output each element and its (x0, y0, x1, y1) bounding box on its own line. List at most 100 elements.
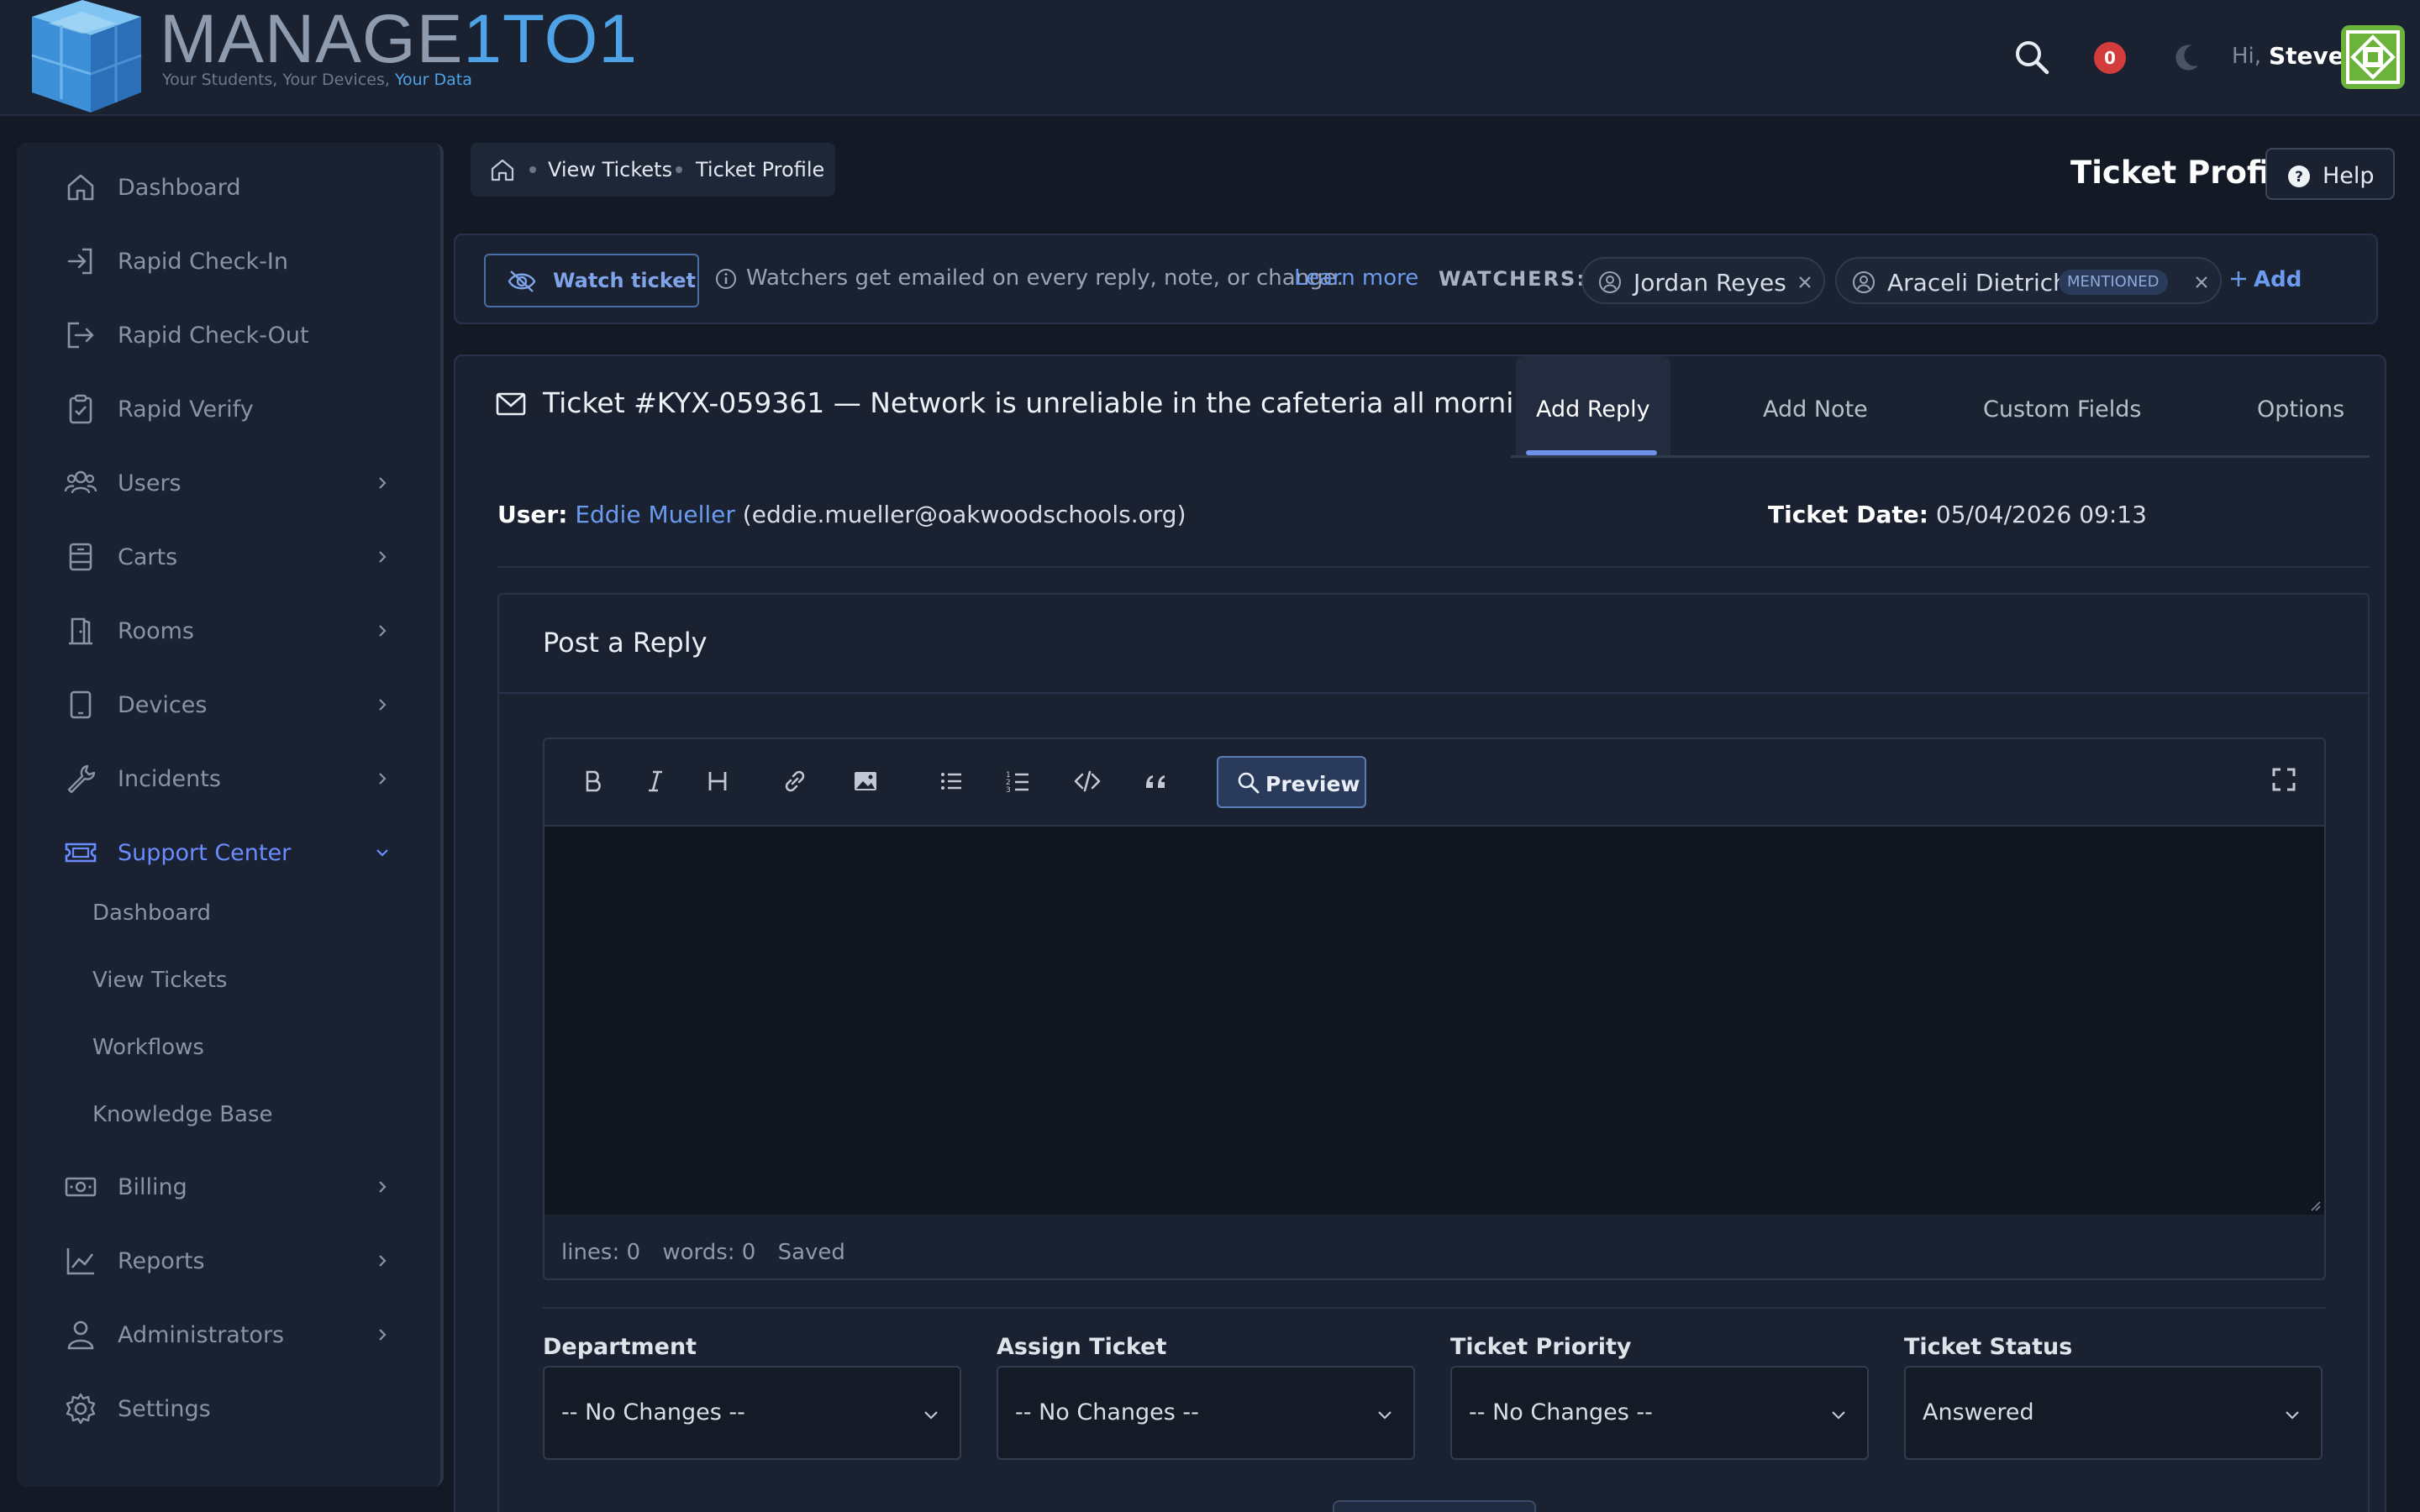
watcher-chip: Araceli Dietrich MENTIONED (1835, 257, 2222, 304)
sidebar-item-administrators[interactable]: Administrators (17, 1309, 444, 1361)
tab-add-reply[interactable]: Add Reply (1536, 396, 1650, 423)
logout-icon (67, 322, 94, 349)
eye-off-icon (508, 270, 536, 292)
chevron-right-icon (379, 699, 387, 711)
watcher-name: Jordan Reyes (1634, 269, 1786, 297)
sidebar-subitem-workflows[interactable]: Workflows (92, 1035, 204, 1060)
learn-more-link[interactable]: Learn more (1294, 265, 1418, 291)
cube-logo-icon (31, 0, 142, 113)
user-name-link[interactable]: Eddie Mueller (575, 501, 735, 528)
field-label: Department (543, 1334, 697, 1360)
top-bar: MANAGE1TO1 Your Students, Your Devices, … (0, 0, 2420, 116)
logo[interactable]: MANAGE1TO1 Your Students, Your Devices, … (15, 0, 637, 113)
gear-icon (66, 1393, 96, 1425)
quote-icon[interactable] (1141, 766, 1171, 796)
user-name[interactable]: Steve (2269, 42, 2344, 70)
sidebar-subitem-view-tickets[interactable]: View Tickets (92, 968, 227, 993)
close-icon[interactable] (1797, 274, 1813, 291)
sidebar-subitem-knowledge-base[interactable]: Knowledge Base (92, 1102, 273, 1127)
logo-wordmark: MANAGE1TO1 (160, 5, 638, 74)
bold-icon[interactable] (578, 766, 608, 796)
field-label: Assign Ticket (997, 1334, 1167, 1360)
link-icon[interactable] (780, 766, 810, 796)
sidebar-item-dashboard[interactable]: Dashboard (17, 161, 444, 213)
cart-icon (69, 543, 92, 571)
help-button[interactable]: ? Help (2265, 148, 2395, 200)
sidebar-item-rapid-verify[interactable]: Rapid Verify (17, 383, 444, 435)
avatar[interactable] (2341, 25, 2405, 89)
sidebar-item-rooms[interactable]: Rooms (17, 605, 444, 657)
status-words: words: 0 (662, 1240, 756, 1265)
chevron-right-icon (379, 477, 387, 489)
sidebar-item-carts[interactable]: Carts (17, 531, 444, 583)
sidebar-item-billing[interactable]: Billing (17, 1161, 444, 1213)
watch-ticket-button[interactable]: Watch ticket (484, 254, 699, 307)
reply-textarea[interactable] (544, 827, 2324, 1215)
ticket-icon (65, 843, 97, 863)
tabs-divider (1511, 455, 2370, 458)
sidebar-item-label: Settings (118, 1395, 211, 1422)
code-icon[interactable] (1072, 766, 1102, 796)
sidebar-item-devices[interactable]: Devices (17, 679, 444, 731)
home-icon[interactable] (489, 156, 516, 183)
tab-add-note[interactable]: Add Note (1763, 396, 1868, 423)
sidebar-item-label: Users (118, 470, 182, 496)
field-label: Ticket Priority (1450, 1334, 1632, 1360)
svg-text:?: ? (2295, 169, 2303, 186)
watch-ticket-label: Watch ticket (553, 269, 696, 292)
sidebar-item-label: Rooms (118, 617, 194, 644)
sidebar-item-rapid-check-out[interactable]: Rapid Check-Out (17, 309, 444, 361)
chart-icon (66, 1248, 94, 1275)
preview-button[interactable]: Preview (1217, 756, 1366, 808)
close-icon[interactable] (2193, 274, 2210, 291)
ticket-date-value: 05/04/2026 09:13 (1935, 501, 2147, 528)
bullet-list-icon[interactable] (936, 766, 966, 796)
sidebar-item-label: Carts (118, 543, 178, 570)
assign-ticket-select[interactable]: -- No Changes -- (997, 1366, 1415, 1460)
sidebar-item-label: Dashboard (118, 174, 241, 201)
moon-icon[interactable] (2170, 40, 2203, 74)
sidebar-item-rapid-check-in[interactable]: Rapid Check-In (17, 235, 444, 287)
numbered-list-icon[interactable]: 123 (1003, 766, 1034, 796)
add-watcher-button[interactable]: Add (2254, 267, 2302, 292)
search-icon (1238, 772, 1260, 794)
italic-icon[interactable] (640, 766, 671, 796)
chevron-down-icon (1832, 1411, 1845, 1420)
submit-button[interactable] (1333, 1500, 1536, 1512)
ticket-date: Ticket Date: 05/04/2026 09:13 (1768, 501, 2147, 528)
ticket-status-select[interactable]: Answered (1904, 1366, 2323, 1460)
chevron-right-icon (379, 773, 387, 785)
plus-icon[interactable] (2228, 269, 2249, 289)
watchers-info-text: Watchers get emailed on every reply, not… (746, 265, 1344, 291)
sidebar-item-incidents[interactable]: Incidents (17, 753, 444, 805)
fullscreen-icon[interactable] (2270, 766, 2297, 793)
editor-toolbar: 123 Preview (544, 739, 2324, 827)
sidebar-item-support-center[interactable]: Support Center (17, 827, 444, 879)
resize-grip-icon[interactable] (2309, 1200, 2321, 1211)
chevron-down-icon (2286, 1411, 2299, 1420)
sidebar-item-users[interactable]: Users (17, 457, 444, 509)
user-circle-icon (1599, 271, 1621, 293)
sidebar-item-label: Rapid Verify (118, 396, 254, 423)
ticket-card: Ticket #KYX-059361 — Network is unreliab… (454, 354, 2386, 1512)
select-value: -- No Changes -- (1015, 1399, 1199, 1425)
image-icon[interactable] (850, 766, 881, 796)
breadcrumb-view-tickets[interactable]: View Tickets (548, 158, 672, 181)
sidebar-item-settings[interactable]: Settings (17, 1383, 444, 1435)
search-icon[interactable] (2013, 39, 2050, 76)
department-select[interactable]: -- No Changes -- (543, 1366, 961, 1460)
ticket-priority-select[interactable]: -- No Changes -- (1450, 1366, 1869, 1460)
sidebar-item-label: Rapid Check-In (118, 248, 288, 275)
select-value: Answered (1923, 1399, 2034, 1425)
tab-options[interactable]: Options (2257, 396, 2344, 423)
notification-badge[interactable]: 0 (2094, 42, 2126, 74)
markdown-editor: 123 Preview lines: 0 words: 0 Saved (543, 738, 2326, 1280)
heading-icon[interactable] (702, 766, 733, 796)
tab-custom-fields[interactable]: Custom Fields (1983, 396, 2141, 423)
sidebar-item-reports[interactable]: Reports (17, 1235, 444, 1287)
logo-tagline: Your Students, Your Devices, Your Data (162, 71, 472, 89)
cash-icon (65, 1177, 97, 1197)
sidebar-subitem-dashboard[interactable]: Dashboard (92, 900, 211, 926)
select-value: -- No Changes -- (1469, 1399, 1653, 1425)
chevron-down-icon (1378, 1411, 1392, 1420)
